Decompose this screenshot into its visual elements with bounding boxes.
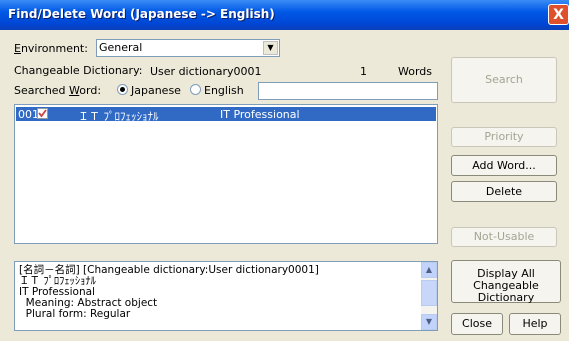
search-input[interactable]: [258, 82, 438, 100]
environment-label: Environment:: [14, 42, 88, 55]
close-icon[interactable]: X: [548, 4, 569, 25]
chevron-down-icon[interactable]: ▼: [263, 41, 278, 55]
radio-english[interactable]: [190, 84, 201, 95]
detail-text[interactable]: [名詞－名詞] [Changeable dictionary:User dict…: [14, 261, 438, 331]
search-button[interactable]: Search: [451, 57, 557, 103]
dictionary-name: User dictionary0001: [150, 65, 262, 78]
dictionary-label: Changeable Dictionary:: [14, 64, 143, 77]
find-delete-word-dialog: Find/Delete Word (Japanese -> English) X…: [0, 0, 569, 341]
environment-value: General: [99, 41, 143, 54]
close-button[interactable]: Close: [451, 313, 503, 335]
results-list[interactable]: 001 ＩＴ ﾌﾟﾛﾌｪｯｼｮﾅﾙ IT Professional: [14, 104, 438, 244]
not-usable-button[interactable]: Not-Usable: [451, 227, 557, 247]
scroll-thumb[interactable]: [421, 280, 437, 306]
display-all-dictionary-button[interactable]: Display All Changeable Dictionary: [451, 260, 561, 304]
display-all-label-line2: Changeable Dictionary: [473, 279, 539, 304]
entry-id: 001: [18, 108, 39, 121]
radio-japanese-label[interactable]: Japanese: [131, 84, 181, 97]
detail-line: Plural form: Regular: [19, 308, 131, 320]
list-item[interactable]: 001 ＩＴ ﾌﾟﾛﾌｪｯｼｮﾅﾙ IT Professional: [16, 107, 436, 123]
word-count: 1: [360, 65, 367, 78]
priority-button[interactable]: Priority: [451, 127, 557, 147]
scroll-up-icon[interactable]: ▲: [421, 262, 437, 278]
add-word-button[interactable]: Add Word...: [451, 155, 557, 176]
entry-japanese: ＩＴ ﾌﾟﾛﾌｪｯｼｮﾅﾙ: [78, 110, 159, 123]
word-count-unit: Words: [398, 65, 433, 78]
entry-english: IT Professional: [220, 108, 300, 121]
environment-select[interactable]: General ▼: [96, 39, 280, 57]
radio-japanese[interactable]: [117, 84, 128, 95]
checkbox-icon[interactable]: [37, 108, 48, 119]
delete-button[interactable]: Delete: [451, 181, 557, 202]
detail-scrollbar[interactable]: ▲ ▼: [421, 262, 437, 330]
help-button[interactable]: Help: [509, 313, 561, 335]
environment-label-rest: nvironment:: [20, 42, 88, 55]
scroll-down-icon[interactable]: ▼: [421, 314, 437, 330]
searched-word-label: Searched Word:: [14, 84, 102, 97]
radio-english-label[interactable]: English: [204, 84, 244, 97]
window-title: Find/Delete Word (Japanese -> English): [8, 7, 275, 21]
title-bar: Find/Delete Word (Japanese -> English) X: [0, 0, 569, 30]
